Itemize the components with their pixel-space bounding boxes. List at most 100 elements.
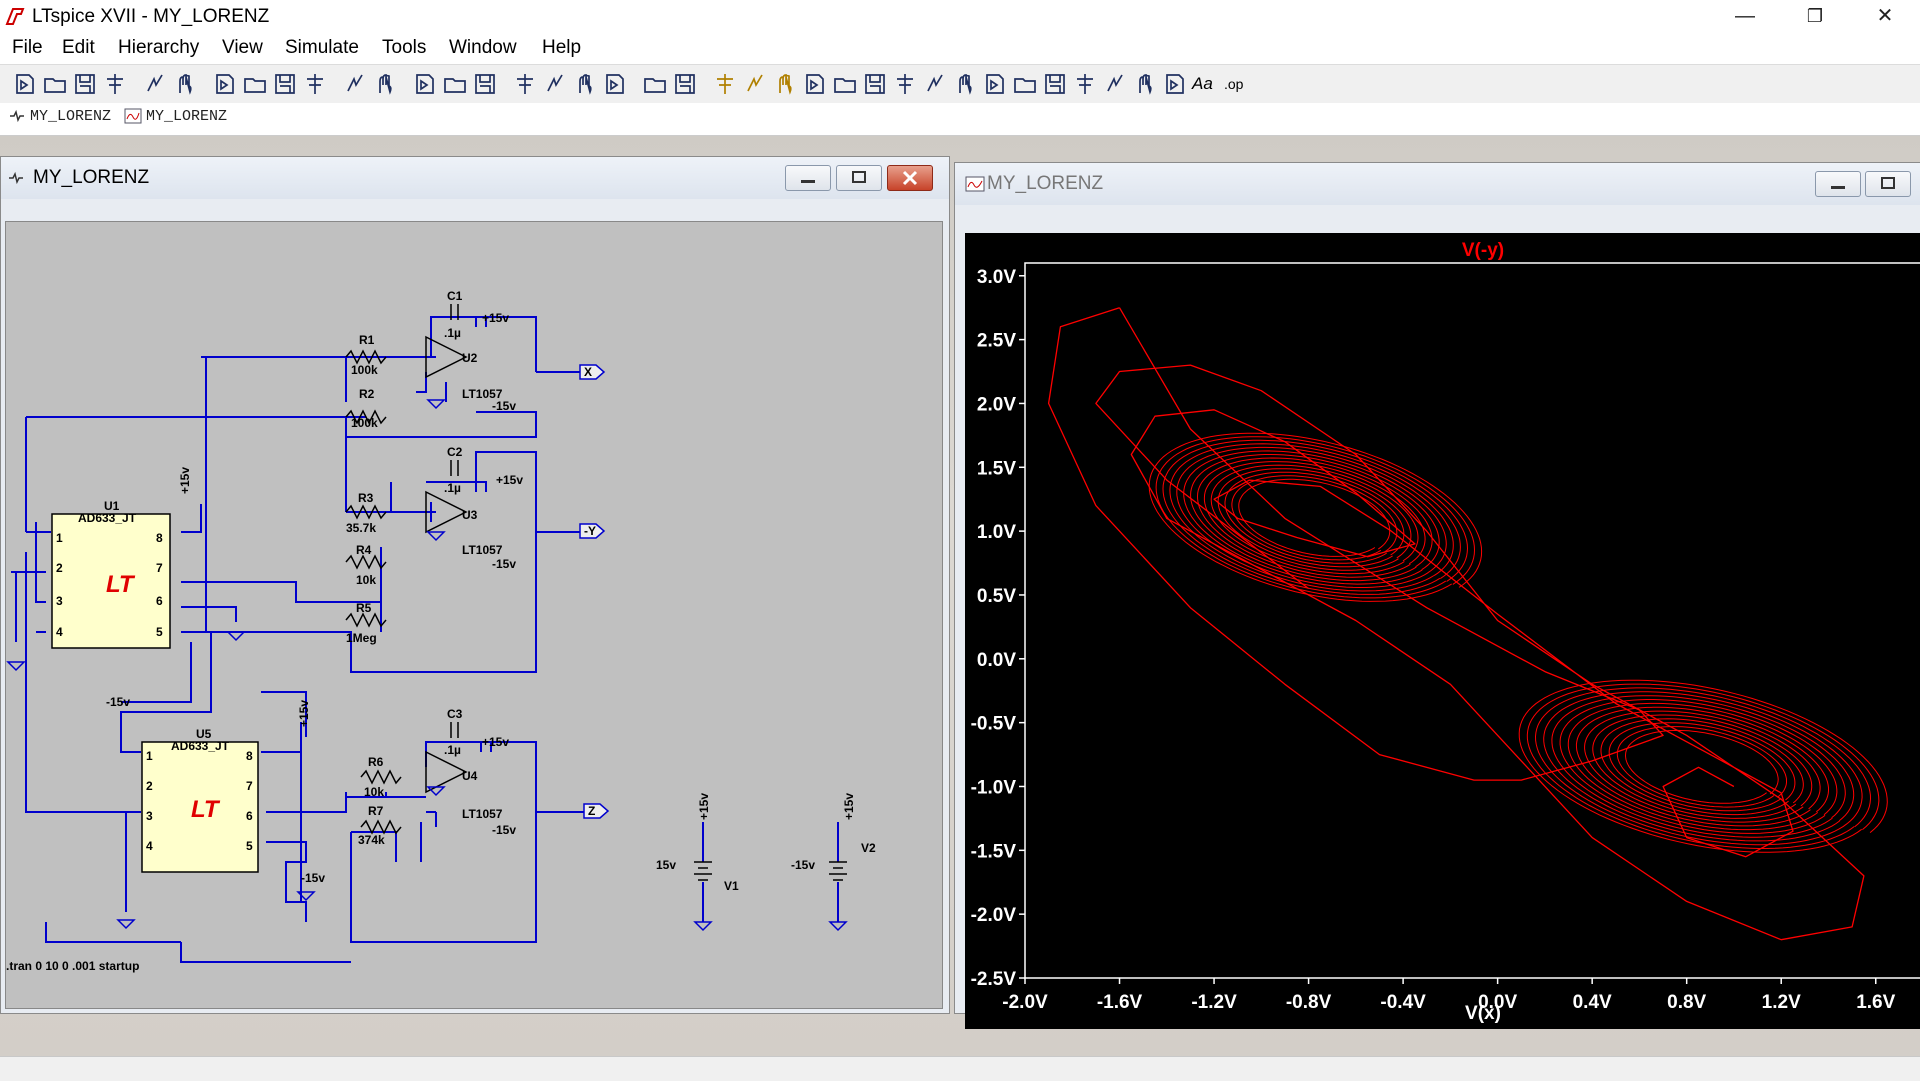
menu-file[interactable]: File: [12, 37, 43, 59]
diode-icon-glyph: [897, 74, 913, 94]
zoom-in-icon[interactable]: [212, 71, 238, 97]
redo-icon[interactable]: [1042, 71, 1068, 97]
label-c1: C1: [447, 289, 463, 303]
y-tick-label: -0.5V: [971, 714, 1017, 735]
menu-help[interactable]: Help: [542, 37, 581, 59]
tile-horizontal-icon-glyph: [416, 74, 434, 94]
control-panel-icon[interactable]: [102, 71, 128, 97]
menu-simulate[interactable]: Simulate: [285, 37, 359, 59]
print-preview-icon[interactable]: [672, 71, 698, 97]
menu-window[interactable]: Window: [449, 37, 517, 59]
tab-schematic[interactable]: MY_LORENZ: [8, 107, 111, 131]
resistor-icon[interactable]: [802, 71, 828, 97]
minimize-button[interactable]: —: [1710, 0, 1780, 34]
new-schematic-icon-glyph: [16, 74, 34, 94]
label-c3-value: .1µ: [444, 743, 461, 757]
label-u3-vpos: +15v: [496, 473, 523, 487]
label-r7-value: 374k: [358, 833, 385, 847]
voltage-source-v1: [694, 861, 712, 881]
cut-icon[interactable]: [512, 71, 538, 97]
title-bar: LTspice XVII - MY_LORENZ — ❐ ✕: [0, 0, 1920, 34]
label-v2-node: +15v: [842, 793, 856, 820]
waveform-icon: [124, 108, 142, 124]
tile-horizontal-icon[interactable]: [412, 71, 438, 97]
label-r1: R1: [359, 333, 375, 347]
y-tick-label: -1.5V: [971, 841, 1017, 862]
zoom-extent-icon[interactable]: [242, 71, 268, 97]
grid-icon-glyph: [379, 74, 392, 95]
inductor-icon[interactable]: [862, 71, 888, 97]
diode-icon[interactable]: [892, 71, 918, 97]
draw-wire-icon[interactable]: [712, 71, 738, 97]
schematic-minimize-button[interactable]: [785, 165, 831, 191]
u1-pin4: 4: [56, 625, 63, 639]
label-u1-vneg: -15v: [106, 695, 130, 709]
rotate-icon[interactable]: [1072, 71, 1098, 97]
zoom-out-icon[interactable]: [272, 71, 298, 97]
window-title: LTspice XVII - MY_LORENZ: [32, 6, 270, 27]
move-icon[interactable]: [952, 71, 978, 97]
zoom-cancel-icon[interactable]: [302, 71, 328, 97]
drag-icon[interactable]: [982, 71, 1008, 97]
plot-window-titlebar[interactable]: MY_LORENZ: [955, 163, 1920, 205]
plot-maximize-button[interactable]: [1865, 171, 1911, 197]
schematic-canvas[interactable]: LT LT C1 .1µ C2 .1µ C3 .1µ R1 100k R2 10…: [5, 221, 943, 1009]
new-schematic-icon[interactable]: [12, 71, 38, 97]
y-tick-label: 0.5V: [977, 586, 1016, 607]
paste-icon[interactable]: [572, 71, 598, 97]
spice-directive-icon[interactable]: [1162, 71, 1188, 97]
component-icon[interactable]: [922, 71, 948, 97]
halt-icon[interactable]: [172, 71, 198, 97]
trace-title[interactable]: V(-y): [1462, 240, 1504, 261]
tile-vertical-icon[interactable]: [472, 71, 498, 97]
save-icon[interactable]: [72, 71, 98, 97]
op-directive-button[interactable]: .op: [1224, 71, 1250, 97]
label-net-icon[interactable]: [772, 71, 798, 97]
schematic-maximize-button[interactable]: [836, 165, 882, 191]
undo-icon[interactable]: [1012, 71, 1038, 97]
menu-hierarchy[interactable]: Hierarchy: [118, 37, 199, 59]
close-button[interactable]: ✕: [1850, 0, 1920, 34]
resistor-icon-glyph: [806, 74, 824, 94]
menu-tools[interactable]: Tools: [382, 37, 426, 59]
label-u3-vneg: -15v: [492, 557, 516, 571]
text-tool-button[interactable]: Aa: [1192, 71, 1218, 97]
x-tick-label: -1.2V: [1191, 992, 1237, 1013]
x-tick-label: -0.8V: [1286, 992, 1332, 1013]
schematic-close-button[interactable]: [887, 165, 933, 191]
menu-edit[interactable]: Edit: [62, 37, 95, 59]
waveform-plot-pane[interactable]: -2.0V -1.6V -1.2V -0.8V -0.4V 0.0V 0.4V 0.8V 1.2…: [965, 233, 1920, 1029]
cascade-icon[interactable]: [442, 71, 468, 97]
autorange-icon[interactable]: [342, 71, 368, 97]
label-r3: R3: [358, 491, 374, 505]
grid-icon[interactable]: [372, 71, 398, 97]
close-icon: [902, 170, 918, 186]
copy-icon[interactable]: [542, 71, 568, 97]
run-icon[interactable]: [142, 71, 168, 97]
net-flags: [579, 364, 610, 819]
tab-waveform[interactable]: MY_LORENZ: [124, 107, 227, 131]
capacitor-icon[interactable]: [832, 71, 858, 97]
text-icon[interactable]: [1132, 71, 1158, 97]
menu-view[interactable]: View: [222, 37, 263, 59]
u5-pin6: 6: [246, 809, 253, 823]
plot-minimize-button[interactable]: [1815, 171, 1861, 197]
mirror-icon[interactable]: [1102, 71, 1128, 97]
label-r6: R6: [368, 755, 384, 769]
schematic-icon: [9, 171, 23, 185]
print-icon[interactable]: [642, 71, 668, 97]
label-u3-part: LT1057: [462, 543, 503, 557]
label-net-icon-glyph: [779, 74, 792, 95]
x-tick-label: 1.6V: [1856, 992, 1895, 1013]
maximize-button[interactable]: ❐: [1780, 0, 1850, 34]
net-label-y: -Y: [584, 524, 596, 538]
find-icon[interactable]: [602, 71, 628, 97]
label-u1-part: AD633_JT: [78, 511, 137, 525]
tab-schematic-label: MY_LORENZ: [30, 107, 112, 125]
lt-logo-u1: LT: [106, 571, 136, 598]
ground-icon[interactable]: [742, 71, 768, 97]
open-icon[interactable]: [42, 71, 68, 97]
spice-directive[interactable]: .tran 0 10 0 .001 startup: [6, 959, 139, 973]
schematic-window-titlebar[interactable]: MY_LORENZ: [1, 157, 949, 199]
rotate-icon-glyph: [1077, 74, 1093, 94]
